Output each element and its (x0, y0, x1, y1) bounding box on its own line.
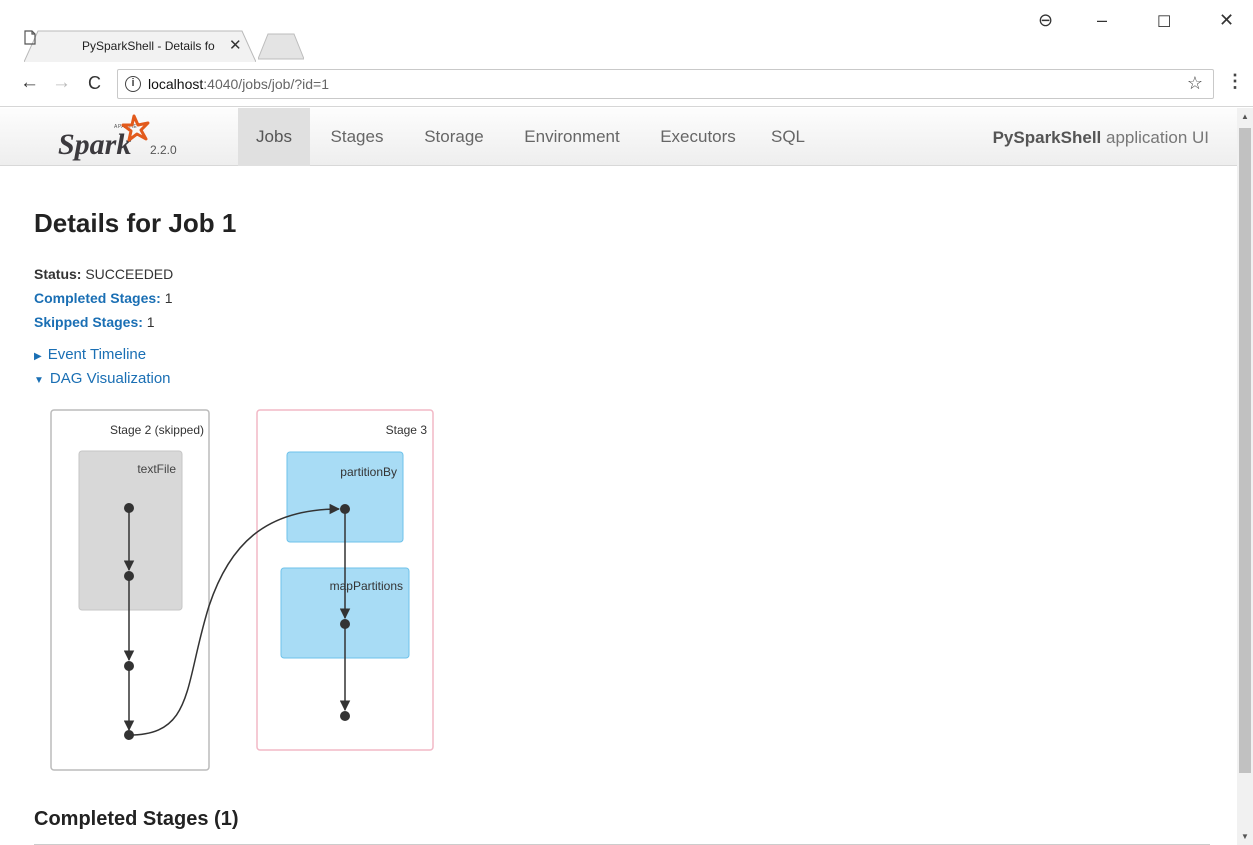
app-name-rest: application UI (1101, 128, 1209, 147)
dag-node[interactable] (340, 711, 350, 721)
url-path: :4040/jobs/job/?id=1 (203, 76, 329, 92)
dag-node[interactable] (124, 503, 134, 513)
svg-text:Spark: Spark (58, 128, 131, 161)
info-icon[interactable]: i (125, 76, 141, 92)
dag-node[interactable] (340, 619, 350, 629)
page-icon (24, 30, 36, 45)
dag-node[interactable] (124, 571, 134, 581)
textfile-rdd[interactable]: textFile (78, 450, 183, 611)
forward-arrow-icon[interactable]: → (52, 72, 71, 94)
menu-icon[interactable]: ⋮ (1226, 71, 1244, 92)
spark-version: 2.2.0 (150, 143, 177, 157)
app-name: PySparkShell application UI (993, 128, 1209, 148)
browser-window: PySparkShell - Details fo ✕ ⊖ – ☐ ✕ ← → … (0, 0, 1253, 845)
maximize-icon[interactable]: ☐ (1157, 12, 1171, 32)
url-text[interactable]: localhost:4040/jobs/job/?id=1 (148, 76, 329, 92)
nav-tab-environment[interactable]: Environment (512, 108, 632, 166)
dag-node[interactable] (124, 661, 134, 671)
scroll-thumb[interactable] (1239, 128, 1251, 773)
spark-navbar: APACHE Spark 2.2.0 Jobs Stages Storage E… (0, 108, 1237, 166)
back-arrow-icon[interactable]: ← (20, 72, 39, 94)
dag-node[interactable] (124, 730, 134, 740)
scroll-down-icon[interactable]: ▼ (1241, 832, 1249, 841)
stage-3-label: Stage 3 (386, 423, 428, 437)
nav-tab-jobs[interactable]: Jobs (238, 108, 310, 166)
account-icon[interactable]: ⊖ (1038, 10, 1053, 31)
textfile-label: textFile (137, 462, 176, 476)
minimize-icon[interactable]: – (1097, 10, 1107, 31)
mappartitions-label: mapPartitions (330, 579, 403, 593)
browser-toolbar: ← → C i localhost:4040/jobs/job/?id=1 ☆ … (0, 62, 1253, 107)
completed-stages-heading[interactable]: Completed Stages (1) (34, 808, 238, 831)
partitionby-label: partitionBy (340, 465, 397, 479)
address-bar[interactable]: i localhost:4040/jobs/job/?id=1 ☆ (117, 69, 1214, 99)
url-host: localhost (148, 76, 204, 92)
dag-visualization: Stage 2 (skipped) textFile Stage 3 parti… (50, 409, 434, 771)
browser-tab[interactable]: PySparkShell - Details fo ✕ (24, 30, 256, 62)
tab-title: PySparkShell - Details fo (82, 39, 215, 53)
new-tab-button[interactable] (258, 32, 304, 60)
stage-2-label: Stage 2 (skipped) (110, 423, 204, 437)
bookmark-star-icon[interactable]: ☆ (1187, 73, 1203, 94)
nav-tab-stages[interactable]: Stages (318, 108, 396, 166)
dag-node[interactable] (340, 504, 350, 514)
reload-icon[interactable]: C (88, 73, 101, 94)
nav-tab-storage[interactable]: Storage (410, 108, 498, 166)
nav-tab-executors[interactable]: Executors (648, 108, 748, 166)
page-scrollbar[interactable]: ▲ ▼ (1237, 108, 1253, 845)
app-name-bold: PySparkShell (992, 128, 1102, 147)
scroll-up-icon[interactable]: ▲ (1241, 112, 1249, 121)
tab-close-icon[interactable]: ✕ (229, 36, 242, 54)
close-window-icon[interactable]: ✕ (1219, 10, 1234, 31)
title-bar: PySparkShell - Details fo ✕ ⊖ – ☐ ✕ (0, 0, 1253, 62)
nav-tab-sql[interactable]: SQL (764, 108, 812, 166)
